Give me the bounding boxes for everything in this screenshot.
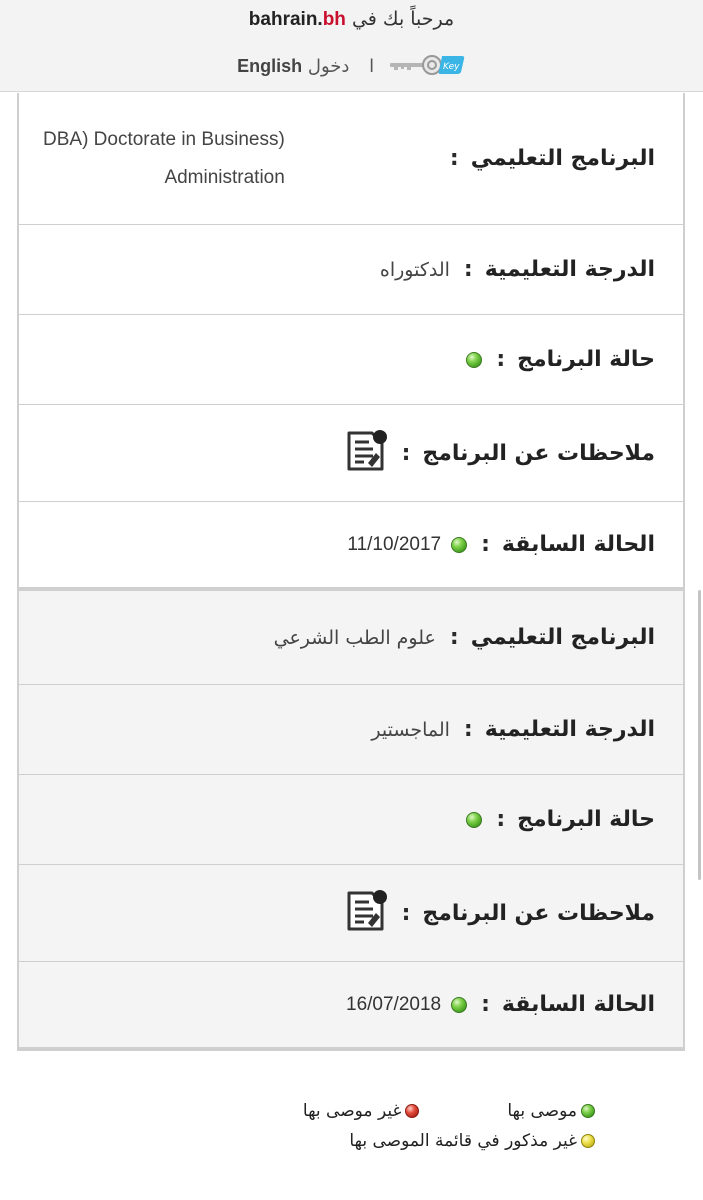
brand-logo[interactable]: bahrain.bh [249,9,346,30]
notes-label: ملاحظات عن البرنامج [422,900,655,926]
previous-green-dot-icon [451,996,468,1013]
notes-document-icon[interactable] [346,429,388,478]
previous-status-label: الحالة السابقة [501,532,655,557]
previous-status-row: الحالة السابقة : 16/07/2018 [19,961,683,1047]
colon: : [401,900,411,926]
status-row: حالة البرنامج : [19,314,683,404]
previous-status-row: الحالة السابقة : 11/10/2017 [19,501,683,587]
status-label: حالة البرنامج [517,347,655,372]
degree-value: الدكتوراه [379,258,450,281]
notes-row: ملاحظات عن البرنامج : [19,404,683,501]
program-value-line1: DBA) Doctorate in Business) [43,128,285,150]
programs-list: البرنامج التعليمي : DBA) Doctorate in Bu… [17,93,685,1051]
degree-row: الدرجة التعليمية : الماجستير [19,684,683,774]
legend-not-listed: غير مذكور في قائمة الموصى بها [349,1131,595,1151]
colon: : [481,992,490,1017]
english-language-link[interactable]: English [237,56,302,76]
program-record: البرنامج التعليمي : علوم الطب الشرعي الد… [19,591,683,1051]
program-label: البرنامج التعليمي [470,625,655,650]
notes-row: ملاحظات عن البرنامج : [19,864,683,961]
previous-status-label: الحالة السابقة [501,992,655,1017]
program-value: DBA) Doctorate in Business) Administrati… [43,121,285,197]
legend-line: موصى بها غير موصى بها [0,1096,703,1126]
brand-tld: bh [322,9,346,30]
key-login-button[interactable]: Key [388,50,466,83]
notes-label: ملاحظات عن البرنامج [422,440,655,466]
degree-label: الدرجة التعليمية [484,717,655,742]
yellow-dot-icon [581,1134,595,1148]
legend-not-recommended-label: غير موصى بها [302,1101,402,1121]
status-row: حالة البرنامج : [19,774,683,864]
legend-not-recommended: غير موصى بها [302,1101,420,1121]
previous-green-dot-icon [451,536,468,553]
status-legend: موصى بها غير موصى بها غير مذكور في قائمة… [0,1096,703,1156]
colon: : [496,807,506,832]
program-label: البرنامج التعليمي [470,146,655,171]
colon: : [463,257,473,282]
brand-name: bahrain. [248,9,323,30]
degree-label: الدرجة التعليمية [484,257,655,282]
program-record: البرنامج التعليمي : DBA) Doctorate in Bu… [19,93,683,591]
notes-document-icon[interactable] [346,889,388,938]
colon: : [449,146,459,171]
program-row: البرنامج التعليمي : علوم الطب الشرعي [19,591,683,684]
colon: : [401,440,411,466]
program-value: علوم الطب الشرعي [273,626,436,649]
legend-recommended-label: موصى بها [507,1101,577,1121]
legend-line: غير مذكور في قائمة الموصى بها [0,1126,703,1156]
red-dot-icon [405,1104,420,1118]
previous-status-date: 16/07/2018 [346,993,442,1015]
green-dot-icon [581,1104,595,1118]
previous-status-date: 11/10/2017 [347,533,442,555]
scrollbar-thumb[interactable] [698,590,701,880]
program-value-line2: Administration [164,166,285,188]
colon: : [496,347,506,372]
status-green-dot-icon [466,351,483,368]
status-label: حالة البرنامج [517,807,655,832]
degree-row: الدرجة التعليمية : الدكتوراه [19,224,683,314]
key-icon: Key [389,55,465,75]
login-link[interactable]: دخول [308,56,350,77]
welcome-text: مرحباً بك في [351,8,455,30]
welcome-line: مرحباً بك في bahrain.bh [0,8,703,31]
status-green-dot-icon [466,811,483,828]
colon: : [481,532,490,557]
link-separator: ا [369,56,375,77]
colon: : [449,625,459,650]
degree-value: الماجستير [371,718,450,741]
header-links: English ا دخول Key [0,50,703,83]
legend-recommended: موصى بها [507,1101,595,1121]
site-header: مرحباً بك في bahrain.bh English ا دخول K… [0,0,703,92]
program-row: البرنامج التعليمي : DBA) Doctorate in Bu… [19,93,683,224]
legend-not-listed-label: غير مذكور في قائمة الموصى بها [349,1131,577,1151]
colon: : [463,717,473,742]
key-badge-text: Key [443,62,460,72]
